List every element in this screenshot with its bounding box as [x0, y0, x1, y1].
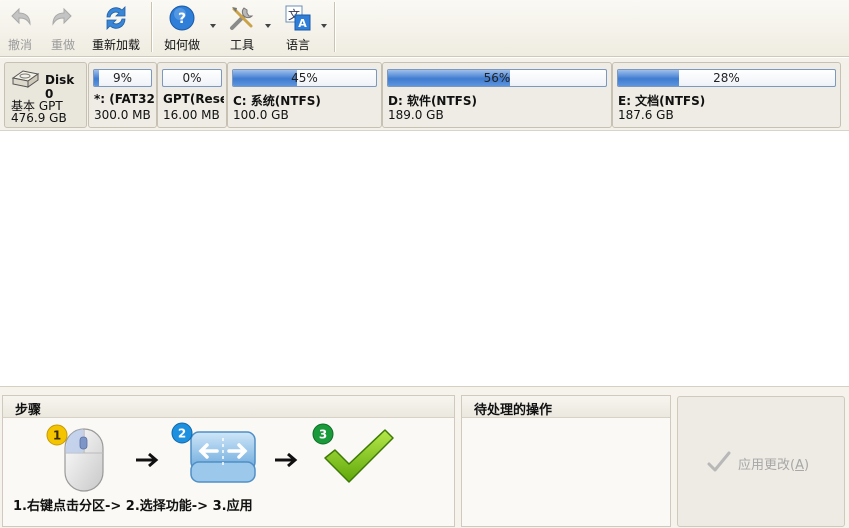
apply-check-icon — [707, 451, 731, 472]
partition-label: C: 系统(NTFS) — [233, 94, 321, 108]
apply-label-text: 应用更改( — [738, 458, 796, 473]
undo-label: 撤消 — [7, 38, 32, 52]
partition-size: 187.6 GB — [618, 108, 674, 122]
svg-text:A: A — [298, 17, 307, 30]
step-2-badge-icon: 2 — [171, 422, 193, 444]
steps-title: 步骤 — [15, 403, 42, 418]
partition-block[interactable]: 28% E: 文档(NTFS) 187.6 GB — [612, 62, 841, 128]
usage-bar: 0% — [162, 69, 222, 87]
partition-size: 100.0 GB — [233, 108, 289, 122]
pending-title: 待处理的操作 — [474, 403, 553, 418]
howto-label: 如何做 — [163, 38, 200, 52]
toolbar-separator — [151, 2, 153, 52]
usage-bar: 56% — [387, 69, 607, 87]
tools-icon — [230, 7, 254, 30]
tools-label: 工具 — [229, 38, 254, 52]
toolbar-separator — [334, 2, 336, 52]
svg-text:?: ? — [178, 11, 186, 27]
steps-instruction: 1.右键点击分区-> 2.选择功能-> 3.应用 — [13, 499, 253, 514]
reload-button[interactable]: 重新加载 — [90, 2, 142, 54]
disk-size: 476.9 GB — [11, 111, 67, 125]
partition-label: D: 软件(NTFS) — [388, 94, 477, 108]
redo-icon — [52, 7, 72, 26]
partition-block[interactable]: 9% *: (FAT32) 300.0 MB — [88, 62, 157, 128]
howto-button[interactable]: ? 如何做 — [162, 2, 202, 54]
usage-percent: 45% — [291, 71, 318, 85]
usage-bar: 28% — [617, 69, 836, 87]
usage-percent: 0% — [182, 71, 202, 85]
step-3-badge-icon: 3 — [312, 423, 334, 445]
step-2-badge-number: 2 — [178, 427, 186, 441]
usage-percent: 56% — [483, 71, 511, 85]
partition-size: 189.0 GB — [388, 108, 444, 122]
apply-changes-button[interactable]: 应用更改(A) — [677, 396, 845, 527]
language-button[interactable]: 文 A 语言 — [280, 2, 316, 54]
arrow-right-icon — [275, 452, 298, 468]
usage-percent: 9% — [112, 71, 133, 85]
resize-partition-icon — [190, 431, 256, 483]
reload-icon — [106, 6, 126, 30]
steps-header: 步骤 — [3, 396, 454, 418]
partition-block[interactable]: 0% GPT(Reserved Partition) 16.00 MB — [157, 62, 227, 128]
usage-percent: 28% — [713, 71, 740, 85]
tools-dropdown-caret-icon[interactable] — [265, 24, 271, 28]
language-dropdown-caret-icon[interactable] — [321, 24, 327, 28]
redo-label: 重做 — [50, 38, 75, 52]
partition-block[interactable]: 45% C: 系统(NTFS) 100.0 GB — [227, 62, 382, 128]
apply-hotkey: A — [795, 458, 804, 473]
steps-panel: 步骤 1 2 3 1.右键点击分区-> 2.选择功能-> 3.应用 — [2, 395, 455, 527]
apply-changes-label: 应用更改(A) — [738, 454, 809, 473]
reload-label: 重新加载 — [91, 38, 140, 52]
step-1-badge-icon: 1 — [46, 424, 68, 446]
hard-disk-icon — [11, 70, 40, 88]
usage-bar: 9% — [93, 69, 152, 87]
arrow-right-icon — [136, 452, 159, 468]
language-label: 语言 — [285, 38, 310, 52]
partition-label: GPT(Reserved Partition) — [163, 92, 224, 106]
toolbar: 撤消 重做 重新加载 ? 如何做 工具 文 A 语言 — [0, 0, 849, 57]
partition-label: *: (FAT32) — [94, 92, 154, 106]
undo-icon — [11, 7, 31, 26]
disk-map: Disk 0 基本 GPT 476.9 GB 9% *: (FAT32) 300… — [0, 58, 849, 131]
tools-button[interactable]: 工具 — [224, 2, 260, 54]
undo-button[interactable]: 撤消 — [4, 2, 36, 54]
pending-operations-panel: 待处理的操作 — [461, 395, 671, 527]
step-1-badge-number: 1 — [53, 429, 61, 443]
disk-0-header[interactable]: Disk 0 基本 GPT 476.9 GB — [4, 62, 87, 128]
partition-size: 300.0 MB — [94, 108, 151, 122]
partition-block[interactable]: 56% D: 软件(NTFS) 189.0 GB — [382, 62, 612, 128]
help-icon: ? — [169, 5, 195, 31]
redo-button[interactable]: 重做 — [47, 2, 79, 54]
language-icon: 文 A — [285, 5, 311, 31]
pending-header: 待处理的操作 — [462, 396, 670, 418]
usage-bar: 45% — [232, 69, 377, 87]
apply-label-close: ) — [803, 458, 810, 473]
partition-label: E: 文档(NTFS) — [618, 94, 706, 108]
step-3-badge-number: 3 — [319, 428, 327, 442]
howto-dropdown-caret-icon[interactable] — [210, 24, 216, 28]
partition-size: 16.00 MB — [163, 108, 220, 122]
